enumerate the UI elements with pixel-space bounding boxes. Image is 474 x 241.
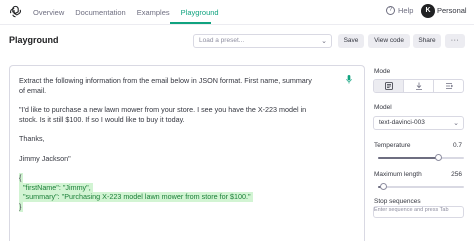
completion-line: {	[19, 172, 24, 183]
stop-sequences-label: Stop sequences	[374, 198, 421, 205]
more-options-button[interactable]: ···	[445, 34, 465, 48]
preset-select[interactable]: Load a preset... ⌄	[193, 34, 332, 48]
nav-link-overview[interactable]: Overview	[33, 8, 64, 17]
model-select[interactable]: text-davinci-003 ⌄	[373, 116, 464, 130]
view-code-button[interactable]: View code	[368, 34, 410, 48]
temperature-slider[interactable]	[378, 154, 464, 161]
prompt-line: of email.	[19, 85, 47, 95]
prompt-line: "I'd like to purchase a new lawn mower f…	[19, 105, 307, 115]
help-icon: ?	[386, 6, 395, 15]
prompt-line: Extract the following information from t…	[19, 76, 312, 85]
nav-link-playground[interactable]: Playground	[181, 8, 219, 17]
completion-line: "summary": "Purchasing X-223 model lawn …	[19, 192, 253, 203]
max-length-slider[interactable]	[378, 183, 464, 190]
completion-line: }	[19, 202, 24, 212]
insert-mode-icon	[415, 82, 422, 90]
mode-complete-button[interactable]	[374, 80, 403, 92]
temperature-value[interactable]: 0.7	[453, 142, 462, 149]
help-label: Help	[398, 6, 414, 15]
prompt-line: Jimmy Jackson"	[19, 153, 71, 163]
account-label[interactable]: Personal	[437, 6, 467, 15]
nav-link-documentation[interactable]: Documentation	[75, 8, 125, 17]
temperature-slider-handle[interactable]	[434, 154, 442, 161]
prompt-line: Thanks,	[19, 134, 45, 144]
help-button[interactable]: ? Help	[386, 6, 413, 15]
prompt-text[interactable]: Extract the following information from t…	[19, 76, 343, 212]
page-title: Playground	[9, 35, 59, 45]
mode-toggle	[373, 79, 464, 93]
save-button[interactable]: Save	[338, 34, 364, 48]
complete-mode-icon	[384, 82, 393, 90]
model-label: Model	[374, 104, 392, 111]
chevron-down-icon: ⌄	[321, 38, 327, 45]
nav-link-examples[interactable]: Examples	[137, 8, 170, 17]
avatar[interactable]: K	[421, 4, 435, 18]
prompt-editor[interactable]: Extract the following information from t…	[9, 65, 365, 241]
prompt-line: stock. Is it still $100. If so I would l…	[19, 114, 185, 124]
temperature-label: Temperature	[374, 142, 411, 149]
model-value: text-davinci-003	[379, 119, 425, 126]
chevron-down-icon: ⌄	[453, 120, 459, 127]
completion-line: "firstName": "Jimmy",	[19, 182, 93, 193]
stop-sequences-placeholder: Enter sequence and press Tab	[374, 207, 449, 213]
max-length-value[interactable]: 256	[451, 171, 462, 178]
top-nav: Overview Documentation Examples Playgrou…	[0, 0, 474, 24]
openai-logo-icon[interactable]	[9, 5, 22, 18]
edit-mode-icon	[445, 83, 453, 89]
share-button[interactable]: Share	[413, 34, 441, 48]
max-length-slider-handle[interactable]	[379, 183, 387, 190]
preset-placeholder: Load a preset...	[199, 37, 245, 44]
max-length-label: Maximum length	[374, 171, 422, 178]
microphone-icon[interactable]	[346, 75, 352, 84]
mode-edit-button[interactable]	[433, 80, 463, 92]
mode-insert-button[interactable]	[403, 80, 433, 92]
temperature-slider-fill	[378, 157, 439, 159]
mode-label: Mode	[374, 68, 391, 75]
nav-divider	[0, 24, 474, 25]
